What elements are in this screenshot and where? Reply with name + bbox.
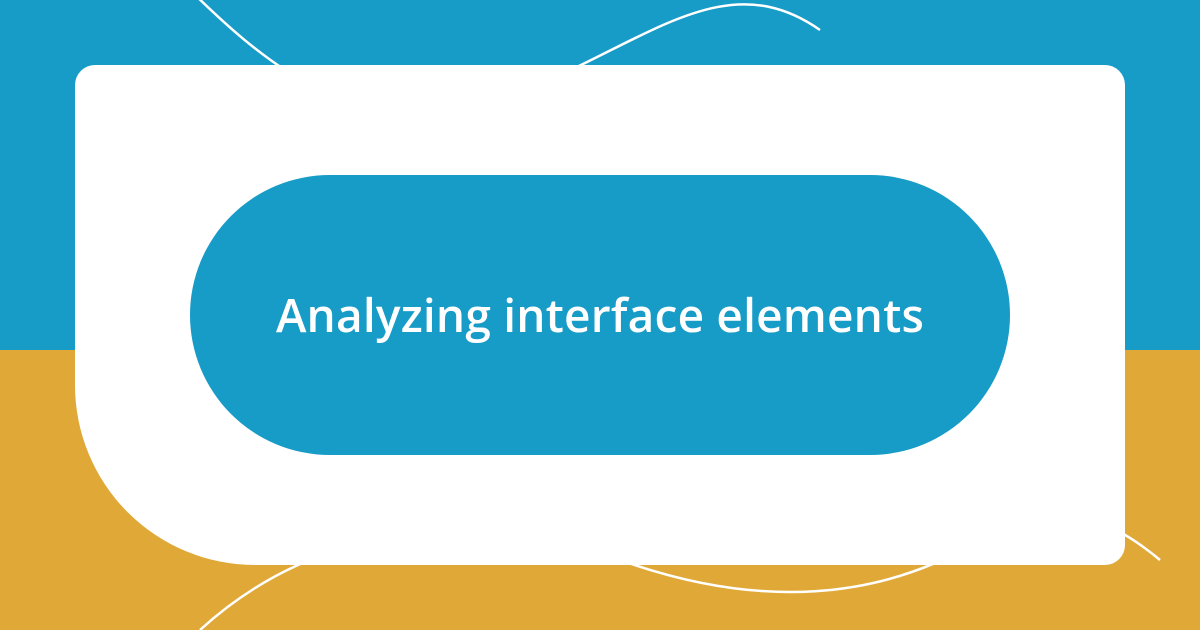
main-title: Analyzing interface elements bbox=[276, 284, 924, 346]
title-pill: Analyzing interface elements bbox=[190, 175, 1010, 455]
